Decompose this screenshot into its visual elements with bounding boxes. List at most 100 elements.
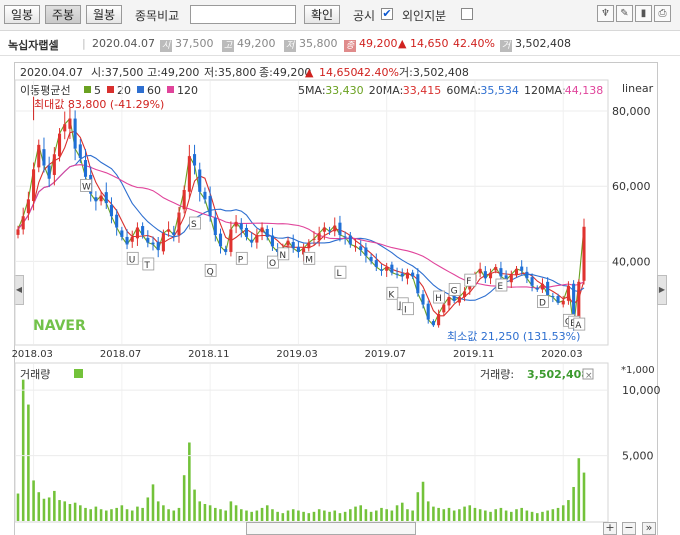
candle-body — [161, 233, 165, 252]
volume-bar — [364, 509, 368, 521]
volume-bar — [281, 513, 285, 521]
scroll-end-button[interactable]: » — [642, 522, 656, 535]
vol-tick-label: 10,000 — [622, 384, 661, 397]
volume-bar — [328, 511, 331, 521]
candle-body — [57, 133, 62, 157]
volume-bar — [120, 505, 124, 521]
volume-bar — [468, 505, 472, 521]
volume-bar — [567, 500, 570, 521]
candle-body — [442, 304, 446, 313]
ohlc-date: 2020.04.07 — [20, 66, 83, 79]
candle-body — [338, 222, 342, 236]
ma-swatch-120 — [167, 86, 174, 93]
volume-bar — [141, 507, 144, 521]
candle-body — [244, 227, 249, 237]
volume-bar — [27, 404, 30, 521]
volume-bar — [130, 510, 134, 521]
volume-bar — [58, 500, 61, 521]
ma-header: 이동평균선 — [20, 84, 71, 97]
candle-body — [151, 242, 155, 245]
volume-bar — [37, 492, 41, 521]
candle-body — [198, 169, 202, 192]
candle-body — [73, 118, 77, 149]
volume-bar — [520, 507, 523, 521]
volume-bar — [260, 507, 264, 521]
x-tick-label: 2018.11 — [188, 349, 229, 360]
volume-bar — [317, 509, 321, 521]
ma-period-120: 120 — [177, 84, 198, 97]
y-tick-label: 40,000 — [612, 255, 651, 268]
candle-body — [229, 229, 233, 252]
volume-bar — [234, 505, 238, 521]
volume-bar — [172, 510, 176, 521]
candle-body — [239, 223, 243, 230]
candle-body — [63, 124, 67, 132]
volume-bar — [32, 480, 35, 521]
volume-bar — [146, 497, 150, 521]
candle-body — [395, 273, 399, 275]
volume-bar — [271, 509, 274, 521]
volume-bar — [510, 511, 513, 521]
candle-body — [104, 192, 108, 204]
zoom-in-button[interactable]: + — [603, 522, 617, 535]
volume-bar — [354, 506, 357, 521]
volume-bar — [380, 507, 383, 521]
volume-bar — [499, 507, 503, 521]
ma-line-120 — [17, 164, 585, 289]
candle-body — [218, 233, 223, 247]
time-scrollbar[interactable] — [246, 522, 416, 535]
volume-bar — [458, 509, 461, 521]
candle-body — [203, 191, 207, 200]
candle-body — [16, 229, 20, 235]
candle-body — [265, 229, 269, 237]
ohlc-open-label: 시: — [91, 66, 105, 79]
ma-line-5 — [17, 117, 585, 328]
ma-period-60: 60 — [147, 84, 161, 97]
candle-body — [426, 303, 430, 320]
volume-bar — [556, 507, 560, 521]
candle-body — [447, 297, 451, 306]
candle-body — [83, 160, 88, 177]
volume-bar — [136, 506, 139, 521]
event-flag-label: N — [279, 251, 286, 261]
ma-label-120: 120MA: — [524, 84, 566, 97]
candle-body — [296, 246, 300, 252]
volume-bar — [167, 509, 170, 521]
volume-bar — [442, 509, 446, 521]
candle-body — [437, 313, 441, 326]
candle-body — [208, 195, 212, 217]
event-flag-label: S — [191, 220, 197, 230]
volume-bar — [406, 509, 409, 521]
volume-bar — [156, 501, 160, 521]
volume-bar — [125, 509, 129, 521]
volume-bar — [494, 509, 498, 521]
volume-current-value: 3,502,408 — [527, 368, 589, 381]
candle-body — [172, 232, 176, 236]
zoom-out-button[interactable]: − — [622, 522, 636, 535]
volume-bar — [343, 511, 347, 521]
volume-bar — [338, 513, 342, 521]
x-tick-label: 2018.03 — [12, 349, 53, 360]
volume-bar — [291, 509, 295, 521]
event-flag-label: H — [435, 294, 442, 304]
candle-body — [478, 268, 482, 274]
grid — [16, 81, 607, 521]
volume-bar — [208, 505, 212, 521]
candle-body — [187, 156, 191, 192]
volume-bar — [452, 510, 456, 521]
volume-bar — [115, 507, 118, 521]
scale-type-label[interactable]: linear — [622, 82, 654, 95]
volume-bar — [530, 511, 534, 521]
candle-body — [374, 260, 378, 267]
candle-body — [47, 165, 51, 179]
volume-bar — [426, 501, 430, 521]
volume-bar — [63, 501, 67, 521]
volume-bar — [489, 511, 492, 521]
volume-bar — [99, 509, 103, 521]
volume-bar — [463, 506, 466, 521]
volume-bar — [447, 507, 451, 521]
candle-body — [146, 237, 150, 243]
candle-body — [385, 266, 389, 271]
volume-bar — [297, 510, 300, 521]
volume-bar — [53, 490, 56, 521]
